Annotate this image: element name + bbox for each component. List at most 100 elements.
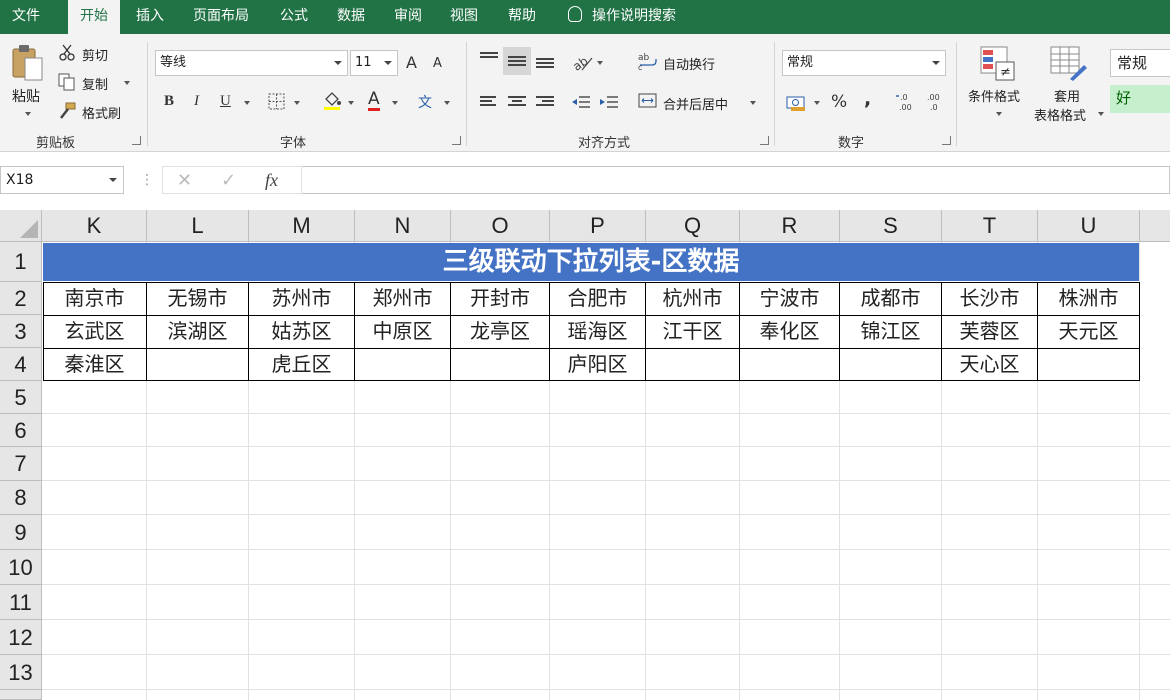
increase-indent-icon[interactable]: [599, 95, 619, 111]
row-header[interactable]: 12: [0, 620, 42, 655]
column-header[interactable]: P: [550, 210, 646, 242]
wrap-text-button[interactable]: ab c 自动换行: [638, 50, 748, 74]
district-cell[interactable]: 瑶海区: [550, 315, 645, 348]
district-cell[interactable]: 庐阳区: [550, 348, 645, 381]
phonetic-guide-button[interactable]: 文: [418, 92, 432, 112]
row-header[interactable]: 13: [0, 655, 42, 690]
tab-view[interactable]: 视图: [438, 0, 490, 34]
tell-me-search[interactable]: 操作说明搜索: [568, 0, 676, 34]
district-cell[interactable]: 龙亭区: [451, 315, 549, 348]
row-header[interactable]: 5: [0, 381, 42, 414]
paste-button[interactable]: 粘贴: [8, 42, 48, 122]
format-as-table-button[interactable]: 套用 表格格式: [1032, 44, 1108, 130]
sheet-title-cell[interactable]: 三级联动下拉列表-区数据: [43, 243, 1139, 281]
alignment-launcher-icon[interactable]: [760, 136, 769, 145]
align-bottom-icon[interactable]: [536, 58, 554, 72]
align-right-icon[interactable]: [536, 96, 554, 110]
district-cell[interactable]: [147, 348, 248, 381]
style-normal[interactable]: 常规: [1110, 49, 1170, 77]
city-cell[interactable]: 苏州市: [249, 282, 354, 315]
fill-color-icon[interactable]: [322, 91, 342, 111]
city-cell[interactable]: 南京市: [43, 282, 146, 315]
clipboard-launcher-icon[interactable]: [132, 136, 141, 145]
orientation-icon[interactable]: ab: [572, 52, 594, 72]
city-cell[interactable]: 无锡市: [147, 282, 248, 315]
italic-button[interactable]: I: [194, 93, 199, 110]
row-header[interactable]: 10: [0, 550, 42, 585]
font-color-button[interactable]: A: [368, 90, 380, 111]
row-header[interactable]: 1: [0, 242, 42, 282]
city-cell[interactable]: 郑州市: [355, 282, 450, 315]
district-cell[interactable]: 锦江区: [840, 315, 941, 348]
column-header[interactable]: R: [740, 210, 840, 242]
decrease-indent-icon[interactable]: [571, 95, 591, 111]
align-left-icon[interactable]: [480, 96, 498, 110]
number-launcher-icon[interactable]: [942, 136, 951, 145]
formula-input[interactable]: [302, 166, 1170, 194]
style-good[interactable]: 好: [1110, 85, 1170, 113]
district-cell[interactable]: 秦淮区: [43, 348, 146, 381]
city-cell[interactable]: 宁波市: [740, 282, 839, 315]
city-cell[interactable]: 杭州市: [646, 282, 739, 315]
tab-review[interactable]: 审阅: [382, 0, 434, 34]
column-header[interactable]: K: [42, 210, 147, 242]
font-size-combo[interactable]: 11: [350, 50, 398, 76]
district-cell[interactable]: 奉化区: [740, 315, 839, 348]
row-header[interactable]: 2: [0, 282, 42, 315]
cut-button[interactable]: 剪切: [58, 42, 128, 64]
district-cell[interactable]: 姑苏区: [249, 315, 354, 348]
underline-button[interactable]: U: [220, 93, 231, 110]
name-box[interactable]: X18: [0, 166, 124, 194]
row-header[interactable]: 8: [0, 481, 42, 515]
city-cell[interactable]: 合肥市: [550, 282, 645, 315]
font-launcher-icon[interactable]: [452, 136, 461, 145]
align-top-icon[interactable]: [480, 52, 498, 66]
column-header[interactable]: T: [942, 210, 1038, 242]
drag-handle-icon[interactable]: ⋮: [140, 172, 154, 188]
grow-font-button[interactable]: A: [406, 53, 417, 72]
district-cell[interactable]: 天元区: [1038, 315, 1139, 348]
tab-insert[interactable]: 插入: [124, 0, 176, 34]
district-cell[interactable]: [840, 348, 941, 381]
district-cell[interactable]: [646, 348, 739, 381]
tab-file[interactable]: 文件: [0, 0, 52, 34]
comma-button[interactable]: ,: [864, 88, 871, 110]
district-cell[interactable]: 玄武区: [43, 315, 146, 348]
enter-icon[interactable]: ✓: [221, 170, 236, 191]
row-header[interactable]: 7: [0, 447, 42, 481]
select-all-button[interactable]: [0, 210, 42, 242]
city-cell[interactable]: 长沙市: [942, 282, 1037, 315]
format-painter-button[interactable]: 格式刷: [58, 100, 138, 122]
row-header[interactable]: 9: [0, 515, 42, 550]
row-header[interactable]: 6: [0, 414, 42, 447]
percent-button[interactable]: %: [831, 92, 847, 112]
district-cell[interactable]: [355, 348, 450, 381]
tab-home[interactable]: 开始: [68, 0, 120, 34]
align-middle-button[interactable]: [503, 47, 531, 75]
number-format-combo[interactable]: 常规: [782, 50, 946, 76]
borders-icon[interactable]: [268, 93, 286, 111]
city-cell[interactable]: 成都市: [840, 282, 941, 315]
district-cell[interactable]: 江干区: [646, 315, 739, 348]
column-header[interactable]: U: [1038, 210, 1140, 242]
city-cell[interactable]: 株洲市: [1038, 282, 1139, 315]
conditional-format-button[interactable]: ≠ 条件格式: [966, 44, 1032, 130]
currency-icon[interactable]: [786, 94, 808, 112]
district-cell[interactable]: 中原区: [355, 315, 450, 348]
column-header[interactable]: O: [451, 210, 550, 242]
column-header-partial[interactable]: [1140, 210, 1170, 242]
district-cell[interactable]: [451, 348, 549, 381]
district-cell[interactable]: 虎丘区: [249, 348, 354, 381]
insert-function-icon[interactable]: fx: [265, 170, 278, 191]
column-header[interactable]: L: [147, 210, 249, 242]
column-header[interactable]: S: [840, 210, 942, 242]
worksheet-grid[interactable]: K L M N O P Q R S T U 1 2 3 4 5 6 7 8 9 …: [0, 210, 1170, 700]
row-header[interactable]: 11: [0, 585, 42, 620]
tab-help[interactable]: 帮助: [496, 0, 548, 34]
column-header[interactable]: Q: [646, 210, 740, 242]
copy-button[interactable]: 复制: [58, 71, 138, 93]
merge-center-button[interactable]: 合并后居中: [638, 90, 763, 114]
cancel-icon[interactable]: ✕: [177, 170, 192, 191]
decrease-decimal-icon[interactable]: .00 .0: [924, 92, 946, 112]
row-header[interactable]: 4: [0, 348, 42, 381]
